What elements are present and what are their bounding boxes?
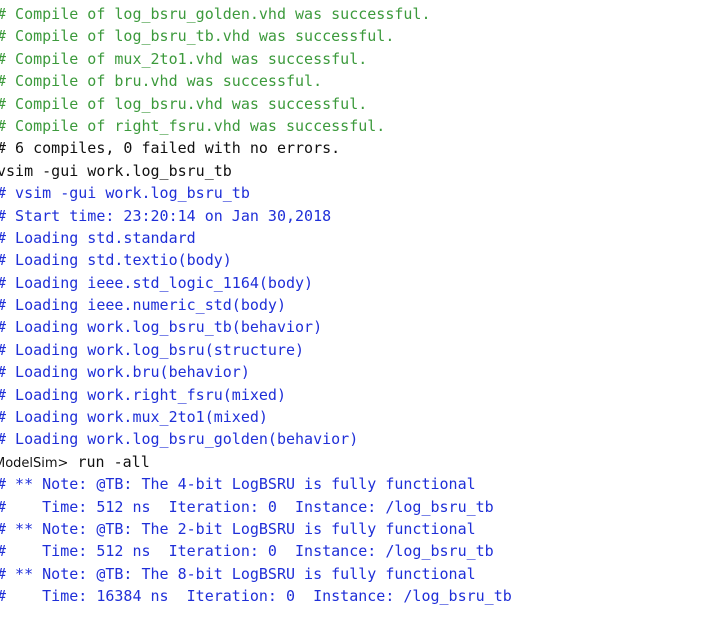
vsim-output-line: # Loading std.standard <box>0 228 196 247</box>
vsim-output-line: # Loading work.bru(behavior) <box>0 363 250 382</box>
vsim-output-line: # Loading work.log_bsru_tb(behavior) <box>0 318 323 337</box>
command-prompt[interactable]: ModelSim> run -all <box>0 451 726 473</box>
run-output-line: # ** Note: @TB: The 4-bit LogBSRU is ful… <box>0 475 476 494</box>
run-output-line: # ** Note: @TB: The 2-bit LogBSRU is ful… <box>0 519 476 538</box>
vsim-output-line: # Loading std.textio(body) <box>0 251 232 270</box>
transcript-pane[interactable]: # Compile of log_bsru_golden.vhd was suc… <box>0 0 726 627</box>
compile-summary: # 6 compiles, 0 failed with no errors. <box>0 139 341 158</box>
vsim-output-line: # Loading work.right_fsru(mixed) <box>0 385 286 404</box>
vsim-output-line: # Loading work.mux_2to1(mixed) <box>0 408 268 427</box>
vsim-output-line: # Loading ieee.std_logic_1164(body) <box>0 273 314 292</box>
compile-line: # Compile of log_bsru.vhd was successful… <box>0 94 368 113</box>
run-output-line: # Time: 16384 ns Iteration: 0 Instance: … <box>0 587 512 606</box>
run-output-line: # ** Note: @TB: The 8-bit LogBSRU is ful… <box>0 564 476 583</box>
prompt-label: ModelSim> <box>0 455 69 471</box>
command-line-vsim: vsim -gui work.log_bsru_tb <box>0 161 232 180</box>
compile-line: # Compile of log_bsru_golden.vhd was suc… <box>0 5 431 23</box>
vsim-output-line: # Loading work.log_bsru(structure) <box>0 340 305 359</box>
compile-line: # Compile of log_bsru_tb.vhd was success… <box>0 27 395 46</box>
compile-line: # Compile of bru.vhd was successful. <box>0 72 323 91</box>
vsim-output-line: # Start time: 23:20:14 on Jan 30,2018 <box>0 206 332 225</box>
run-output-line: # Time: 512 ns Iteration: 0 Instance: /l… <box>0 497 494 516</box>
vsim-output-line: # vsim -gui work.log_bsru_tb <box>0 184 250 203</box>
prompt-command: run -all <box>68 452 150 471</box>
run-output-line: # Time: 512 ns Iteration: 0 Instance: /l… <box>0 542 494 561</box>
vsim-output-line: # Loading ieee.numeric_std(body) <box>0 296 286 315</box>
compile-line: # Compile of right_fsru.vhd was successf… <box>0 116 386 135</box>
vsim-output-line: # Loading work.log_bsru_golden(behavior) <box>0 430 359 449</box>
compile-line: # Compile of mux_2to1.vhd was successful… <box>0 49 368 68</box>
